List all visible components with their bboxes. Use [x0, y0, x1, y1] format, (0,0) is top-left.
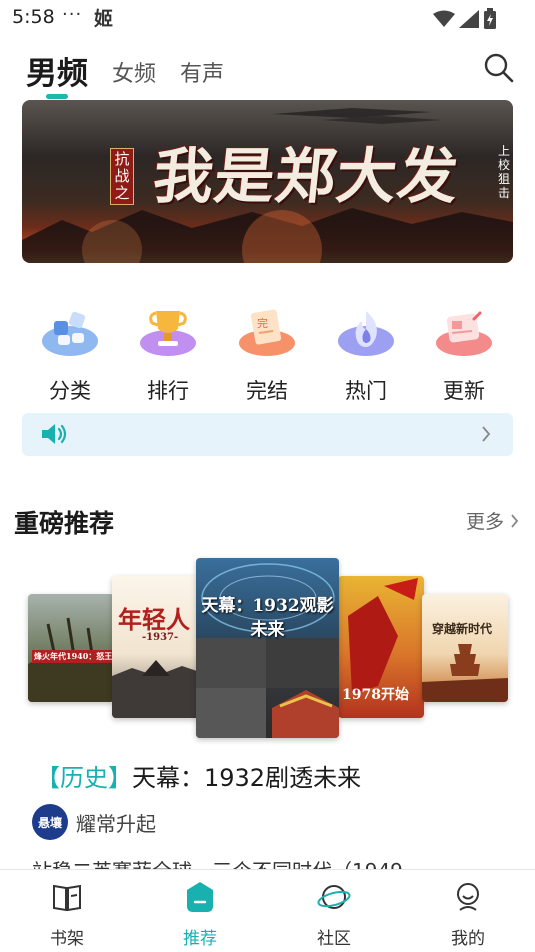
- section-title: 重磅推荐: [14, 509, 115, 538]
- top-nav: 男频 女频 有声: [0, 44, 535, 100]
- bottom-nav-recommend[interactable]: 推荐: [160, 880, 240, 949]
- cover-title: 穿越新时代: [432, 622, 493, 636]
- status-time: 5:58: [12, 6, 55, 28]
- flame-icon: [338, 311, 394, 356]
- more-button[interactable]: 更多: [466, 507, 519, 534]
- bottom-nav-profile[interactable]: 我的: [428, 880, 508, 949]
- bottom-nav-label: 社区: [317, 929, 351, 949]
- bottom-nav-label: 我的: [451, 929, 485, 949]
- wifi-icon: [433, 10, 455, 27]
- category-icon: [42, 311, 98, 356]
- featured-book-title[interactable]: 【历史】天幕：1932剧透未来: [36, 758, 361, 793]
- tab-audio[interactable]: 有声: [180, 56, 224, 88]
- cover-title: 1978开始: [342, 687, 409, 703]
- battery-icon: [484, 8, 496, 29]
- active-tab-indicator: [46, 94, 68, 99]
- category-item-completed[interactable]: 完 完结: [227, 305, 307, 405]
- bottom-nav-bookshelf[interactable]: 书架: [27, 880, 107, 949]
- category-label-classify: 分类: [49, 379, 91, 403]
- category-item-update[interactable]: 更新: [424, 305, 504, 405]
- category-label-ranking: 排行: [147, 379, 189, 403]
- book-cover-featured[interactable]: 天幕：1932观影未来: [196, 558, 339, 738]
- cover-title: 天幕：1932观影未来: [201, 596, 334, 640]
- book-cover[interactable]: 穿越新时代: [422, 594, 508, 702]
- status-more-dots: ···: [62, 4, 83, 25]
- book-cover[interactable]: 烽火年代1940：怒王者: [28, 594, 114, 702]
- trophy-icon: [140, 311, 196, 356]
- cover-5-artwork: [422, 644, 508, 702]
- cover-carousel[interactable]: 烽火年代1940：怒王者 年轻人 -1937- 1978开始 穿越新时代 天幕：…: [0, 556, 535, 740]
- search-icon[interactable]: [483, 52, 515, 84]
- bottom-nav-label: 书架: [50, 929, 84, 949]
- category-item-classify[interactable]: 分类: [30, 305, 110, 405]
- category-label-completed: 完结: [246, 379, 288, 403]
- cover-title: 烽火年代1940：怒王者: [32, 650, 114, 663]
- category-row: 分类 排行 完 完结 热门 更新: [22, 305, 513, 405]
- status-app-icon: 姬: [94, 8, 114, 30]
- status-bar: 5:58 ··· 姬: [0, 0, 535, 36]
- author-row[interactable]: 悬壤 耀常升起: [32, 804, 156, 840]
- book-genre: 【历史】: [36, 764, 132, 792]
- recommend-icon: [187, 882, 213, 912]
- tab-female[interactable]: 女频: [112, 56, 156, 88]
- banner-tag: 抗战之: [110, 148, 134, 205]
- author-name: 耀常升起: [76, 811, 156, 836]
- cover-2-artwork: [112, 660, 200, 718]
- category-label-update: 更新: [443, 379, 485, 403]
- speaker-icon: [42, 424, 67, 444]
- book-cover[interactable]: 1978开始: [338, 576, 424, 718]
- bottom-nav-label: 推荐: [183, 929, 217, 949]
- promo-banner[interactable]: 抗战之 我是郑大发 上校狙击: [22, 100, 513, 263]
- book-description: 站稳二英赛菲全球，三个不同时代（1949: [32, 856, 512, 870]
- book-cover[interactable]: 年轻人 -1937-: [112, 576, 200, 718]
- bottom-nav: 书架 推荐 社区 我的: [0, 869, 535, 952]
- chevron-right-icon: [511, 513, 519, 528]
- svg-text:完: 完: [257, 316, 268, 330]
- more-label: 更多: [465, 511, 504, 533]
- category-item-ranking[interactable]: 排行: [128, 305, 208, 405]
- community-icon: [317, 885, 351, 909]
- status-icons: [433, 8, 497, 30]
- banner-side-text: 上校狙击: [497, 144, 510, 200]
- banner-title: 我是郑大发: [149, 142, 463, 212]
- book-title-text: 天幕：1932剧透未来: [132, 764, 362, 792]
- cover-3-artwork: [196, 563, 339, 738]
- bottom-nav-community[interactable]: 社区: [294, 880, 374, 949]
- author-avatar: 悬壤: [32, 804, 68, 840]
- notice-bar[interactable]: [22, 413, 513, 456]
- cover-1-artwork: [28, 617, 114, 702]
- tab-male[interactable]: 男频: [26, 48, 88, 93]
- bookshelf-icon: [53, 884, 81, 912]
- category-label-hot: 热门: [345, 379, 387, 403]
- chevron-right-icon: [482, 426, 491, 442]
- category-item-hot[interactable]: 热门: [326, 305, 406, 405]
- completed-icon: 完: [239, 309, 295, 356]
- signal-icon: [459, 10, 479, 28]
- update-icon: [436, 311, 492, 356]
- profile-icon: [457, 883, 479, 911]
